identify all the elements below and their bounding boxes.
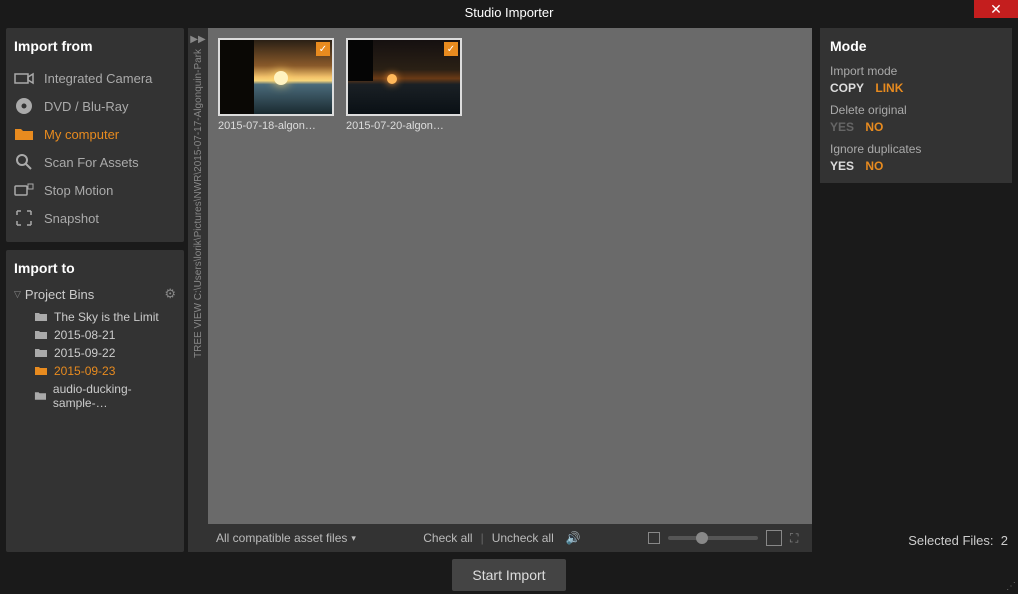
content-toolbar: All compatible asset files ▾ Check all |…: [208, 524, 812, 552]
selected-files-status: Selected Files: 2: [820, 529, 1012, 552]
source-label: Snapshot: [44, 211, 99, 226]
uncheck-all-link[interactable]: Uncheck all: [492, 531, 554, 545]
check-all-link[interactable]: Check all: [423, 531, 472, 545]
import-to-title: Import to: [14, 260, 176, 276]
source-label: My computer: [44, 127, 119, 142]
source-dvd-bluray[interactable]: DVD / Blu-Ray: [14, 92, 176, 120]
import-mode-link[interactable]: LINK: [875, 81, 903, 95]
stopmotion-icon: [14, 182, 34, 198]
snapshot-icon: [14, 210, 34, 226]
thumb-large-icon[interactable]: [766, 530, 782, 546]
import-to-panel: Import to ▽Project Bins ⚙ The Sky is the…: [6, 250, 184, 552]
bin-item[interactable]: 2015-08-21: [14, 326, 176, 344]
thumbnail-image: ✓: [218, 38, 334, 116]
mode-panel: Mode Import mode COPY LINK Delete origin…: [820, 28, 1012, 183]
bin-icon: [34, 348, 48, 358]
delete-original-yes[interactable]: YES: [830, 120, 854, 134]
mode-title: Mode: [830, 38, 1002, 54]
delete-original-label: Delete original: [830, 103, 1002, 117]
import-mode-label: Import mode: [830, 64, 1002, 78]
bin-icon: [34, 391, 47, 401]
import-mode-copy[interactable]: COPY: [830, 81, 864, 95]
import-from-title: Import from: [14, 38, 176, 54]
thumbnail-item[interactable]: ✓ 2015-07-18-algon…: [218, 38, 334, 132]
bin-item[interactable]: audio-ducking-sample-…: [14, 380, 176, 412]
window-title: Studio Importer: [465, 5, 554, 20]
source-stop-motion[interactable]: Stop Motion: [14, 176, 176, 204]
thumbnail-label: 2015-07-18-algon…: [218, 120, 334, 132]
tree-view-rail[interactable]: ▶▶ TREE VIEW C:\Users\lorik\Pictures\NWR…: [188, 28, 208, 552]
chevron-down-icon: ▾: [351, 533, 356, 544]
thumbnail-image: ✓: [346, 38, 462, 116]
camera-icon: [14, 70, 34, 86]
tree-path: TREE VIEW C:\Users\lorik\Pictures\NWR\20…: [193, 49, 204, 358]
ignore-duplicates-no[interactable]: NO: [865, 159, 883, 173]
ignore-duplicates-label: Ignore duplicates: [830, 142, 1002, 156]
footer: Start Import ⋰: [0, 556, 1018, 594]
thumbnail-size-slider[interactable]: [668, 536, 758, 540]
import-from-panel: Import from Integrated Camera DVD / Blu-…: [6, 28, 184, 242]
bin-item[interactable]: 2015-09-23: [14, 362, 176, 380]
thumbnail-item[interactable]: ✓ 2015-07-20-algon…: [346, 38, 462, 132]
bin-icon: [34, 330, 48, 340]
source-label: DVD / Blu-Ray: [44, 99, 129, 114]
file-filter-dropdown[interactable]: All compatible asset files ▾: [216, 531, 356, 545]
source-snapshot[interactable]: Snapshot: [14, 204, 176, 232]
project-bins-root[interactable]: ▽Project Bins ⚙: [14, 286, 176, 302]
source-label: Stop Motion: [44, 183, 113, 198]
source-scan-assets[interactable]: Scan For Assets: [14, 148, 176, 176]
bin-icon: [34, 312, 48, 322]
volume-icon[interactable]: 🔊: [566, 531, 581, 545]
check-icon[interactable]: ✓: [316, 42, 330, 56]
rail-expand-icon: ▶▶: [190, 34, 205, 45]
expand-icon: ▽: [14, 289, 21, 300]
gear-icon[interactable]: ⚙: [164, 286, 176, 302]
thumbnail-grid: ✓ 2015-07-18-algon… ✓ 2015-07-20-algon…: [208, 28, 812, 524]
delete-original-no[interactable]: NO: [865, 120, 883, 134]
bin-icon: [34, 366, 48, 376]
source-my-computer[interactable]: My computer: [14, 120, 176, 148]
titlebar: Studio Importer ✕: [0, 0, 1018, 24]
thumbnail-label: 2015-07-20-algon…: [346, 120, 462, 132]
folder-icon: [14, 126, 34, 142]
resize-grip[interactable]: ⋰: [1006, 581, 1016, 592]
start-import-button[interactable]: Start Import: [452, 559, 565, 591]
close-button[interactable]: ✕: [974, 0, 1018, 18]
disc-icon: [14, 98, 34, 114]
search-icon: [14, 154, 34, 170]
source-label: Integrated Camera: [44, 71, 152, 86]
ignore-duplicates-yes[interactable]: YES: [830, 159, 854, 173]
bin-item[interactable]: The Sky is the Limit: [14, 308, 176, 326]
check-icon[interactable]: ✓: [444, 42, 458, 56]
source-label: Scan For Assets: [44, 155, 139, 170]
source-integrated-camera[interactable]: Integrated Camera: [14, 64, 176, 92]
fullscreen-icon[interactable]: ⛶: [790, 531, 804, 545]
bin-item[interactable]: 2015-09-22: [14, 344, 176, 362]
thumb-small-icon[interactable]: [648, 532, 660, 544]
